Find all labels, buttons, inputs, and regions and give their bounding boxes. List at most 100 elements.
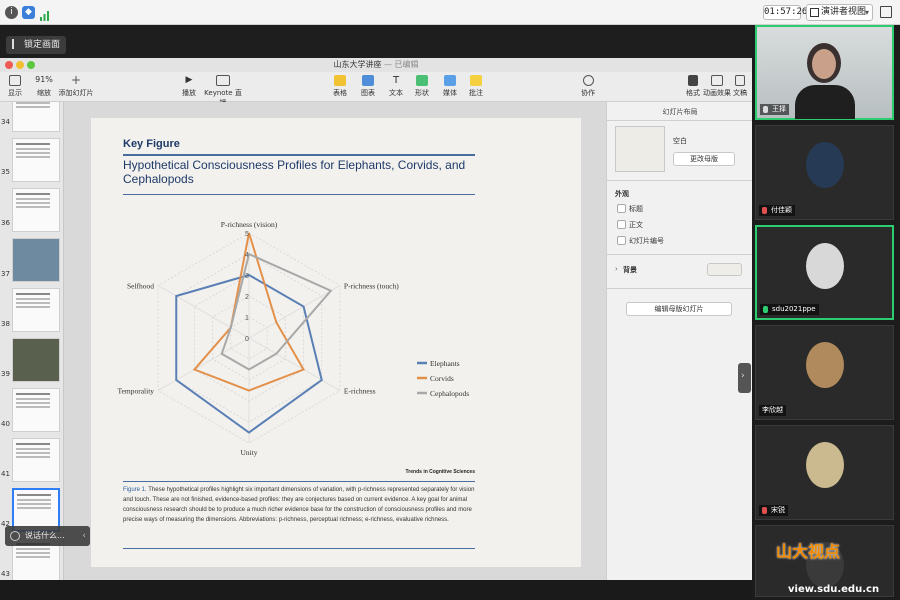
participant-name-tag: 宋锐 [759, 505, 788, 516]
animate-icon [711, 75, 723, 86]
zoom-window-button[interactable] [27, 61, 35, 69]
meeting-top-bar: i ◆ 01:57:26 演讲者视图 ▾ [0, 0, 900, 25]
figure-caption: Figure 1. These hypothetical profiles hi… [123, 485, 475, 525]
slide-number: 35 [1, 168, 10, 176]
title-checkbox[interactable] [617, 204, 626, 213]
collaborate-label: 协作 [581, 89, 595, 97]
chevron-right-icon[interactable]: › [615, 265, 618, 273]
participant-name-tag: 王择 [760, 104, 789, 115]
slide-number-checkbox[interactable] [617, 236, 626, 245]
edit-master-button[interactable]: 编辑母版幻灯片 [626, 302, 732, 316]
body-checkbox[interactable] [617, 220, 626, 229]
slide-number: 43 [1, 570, 10, 578]
shield-icon[interactable]: ◆ [22, 6, 35, 19]
caption-text: These hypothetical profiles highlight si… [123, 487, 475, 523]
shape-button[interactable]: 形状 [412, 75, 432, 98]
pin-icon [12, 39, 18, 49]
media-button[interactable]: 媒体 [440, 75, 460, 98]
slide-thumbnail[interactable] [12, 188, 60, 232]
format-brush-icon [688, 75, 698, 86]
chevron-down-icon: ▾ [864, 8, 869, 17]
slide-thumbnail[interactable] [12, 388, 60, 432]
table-button[interactable]: 表格 [330, 75, 350, 98]
inspector-title: 幻灯片布局 [662, 108, 698, 116]
play-label: 播放 [182, 89, 196, 97]
participant-list: 王择 付佳颖 sdu2021ppe 李欣越 宋锐 [752, 25, 900, 600]
participant-tile[interactable]: 宋锐 [755, 425, 894, 520]
play-button[interactable]: ▶ 播放 [180, 75, 198, 98]
radar-axis-label: Unity [240, 448, 257, 457]
chevron-left-icon[interactable]: ‹ [82, 526, 86, 546]
view-button[interactable]: 显示 [4, 75, 26, 98]
radar-axis-label: Selfhood [127, 282, 154, 291]
format-button[interactable]: 格式 [684, 75, 702, 98]
comment-icon [470, 75, 482, 86]
live-icon [216, 75, 230, 86]
meeting-clock: 01:57:26 [763, 5, 807, 20]
speaking-label: 说话什么... [25, 531, 65, 540]
participant-tile[interactable]: 李欣越 [755, 325, 894, 420]
add-slide-button[interactable]: + 添加幻灯片 [58, 74, 94, 98]
participant-name: 宋锐 [771, 506, 785, 514]
background-heading: 背景 [623, 266, 637, 274]
slide-thumbnail[interactable] [12, 238, 60, 282]
title-checkbox-label: 标题 [629, 205, 643, 213]
slide[interactable]: Key Figure Hypothetical Consciousness Pr… [91, 118, 581, 567]
master-preview[interactable] [615, 126, 665, 172]
close-window-button[interactable] [5, 61, 13, 69]
slide-thumbnail[interactable] [12, 138, 60, 182]
signal-icon[interactable] [40, 6, 52, 21]
legend-label: Corvids [430, 374, 454, 383]
background-color-well[interactable] [707, 263, 742, 276]
radar-axis-label: Temporality [118, 387, 155, 396]
mic-muted-icon [762, 207, 767, 214]
inspector-divider [607, 254, 753, 255]
comment-label: 批注 [469, 89, 483, 97]
info-icon[interactable]: i [5, 6, 18, 19]
participant-tile[interactable]: 付佳颖 [755, 125, 894, 220]
radar-tick-label: 0 [245, 336, 249, 343]
minimize-window-button[interactable] [16, 61, 24, 69]
chart-icon [362, 75, 374, 86]
animate-button[interactable]: 动画效果 [703, 75, 731, 98]
text-label: 文本 [389, 89, 403, 97]
zoom-button[interactable]: 91% 缩放 [32, 75, 56, 98]
document-button[interactable]: 文稿 [731, 75, 749, 98]
collaborate-button[interactable]: 协作 [578, 75, 598, 98]
inspector-divider [607, 288, 753, 289]
avatar [812, 49, 836, 79]
caption-label: Figure 1. [123, 487, 147, 493]
bottom-bar [0, 580, 752, 600]
shape-label: 形状 [415, 89, 429, 97]
radar-tick-label: 5 [245, 231, 249, 238]
lock-screen-button[interactable]: 锁定画面 [6, 36, 67, 54]
radar-spoke [157, 337, 250, 391]
slide-navigator: 34 35 36 37 38 39 40 41 42 43 [0, 102, 64, 580]
slide-thumbnail[interactable] [12, 102, 60, 132]
slide-number: 36 [1, 219, 10, 227]
slide-thumbnail[interactable] [12, 288, 60, 332]
inspector-collapse-tab[interactable]: › [738, 363, 751, 393]
view-label: 显示 [8, 89, 22, 97]
radar-tick-label: 1 [245, 315, 249, 322]
presenter-view-button[interactable]: 演讲者视图 ▾ [806, 4, 873, 21]
document-icon [735, 75, 745, 86]
zoom-value: 91% [35, 75, 53, 84]
slide-thumbnail[interactable] [12, 338, 60, 382]
participant-tile[interactable]: 王择 [755, 25, 894, 120]
slide-title: Hypothetical Consciousness Profiles for … [123, 158, 466, 186]
slide-thumbnail[interactable] [12, 438, 60, 482]
participant-name: 付佳颖 [771, 206, 792, 214]
fullscreen-icon[interactable] [880, 6, 892, 18]
caption-rule [123, 481, 475, 482]
radar-axis-label: P-richness (touch) [344, 282, 399, 291]
radar-spoke [248, 337, 341, 391]
participant-tile[interactable]: sdu2021ppe [755, 225, 894, 320]
meeting-control-strip [0, 25, 752, 58]
change-master-button[interactable]: 更改母版 [673, 152, 735, 166]
text-button[interactable]: T 文本 [386, 75, 406, 98]
play-icon: ▶ [185, 75, 193, 85]
comment-button[interactable]: 批注 [466, 75, 486, 98]
chart-button[interactable]: 图表 [358, 75, 378, 98]
zoom-label: 缩放 [37, 89, 51, 97]
